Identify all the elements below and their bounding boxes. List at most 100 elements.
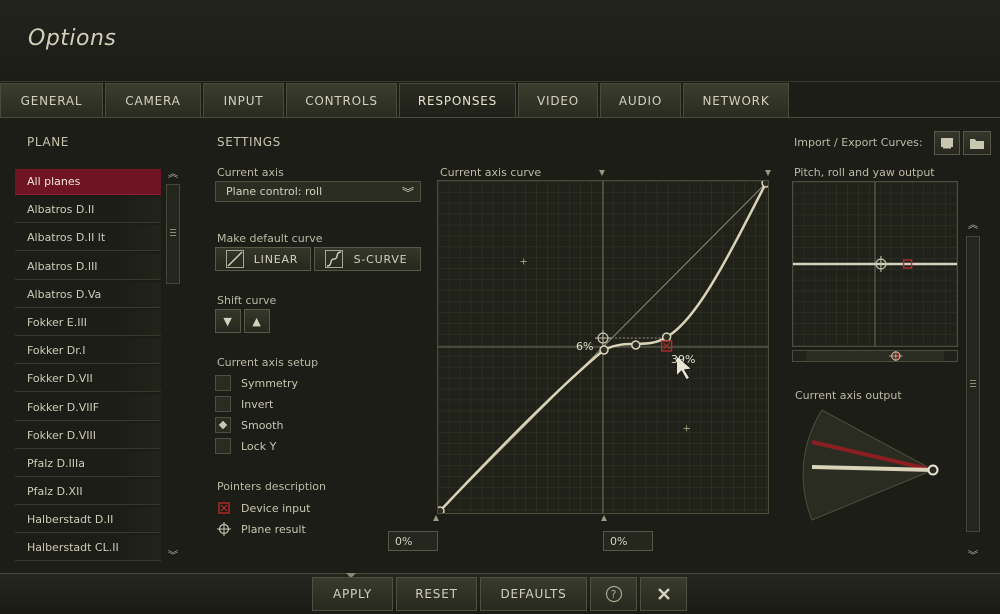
plane-item[interactable]: Albatros D.III <box>15 253 161 280</box>
triangle-down-icon: ▼ <box>223 314 233 328</box>
symmetry-label: Symmetry <box>241 377 299 390</box>
linear-button[interactable]: LINEAR <box>215 247 311 271</box>
curve-point <box>599 345 609 355</box>
axis-setup-label: Current axis setup <box>217 356 319 369</box>
plane-item[interactable]: Albatros D.II <box>15 197 161 224</box>
plane-list: All planes Albatros D.II Albatros D.II l… <box>15 169 161 564</box>
device-input-icon <box>218 502 230 514</box>
window-title: Options <box>28 26 117 51</box>
right-scroll-up-icon[interactable]: ︽ <box>966 219 980 233</box>
apply-button[interactable]: APPLY <box>312 577 393 611</box>
curve-point <box>661 332 672 342</box>
tab-video[interactable]: VIDEO <box>518 83 598 117</box>
s-curve-icon <box>325 250 343 268</box>
pitch-roll-yaw-label: Pitch, roll and yaw output <box>794 166 935 179</box>
plane-scrollbar-thumb[interactable] <box>166 184 180 284</box>
shift-up-button[interactable]: ▲ <box>244 309 270 333</box>
close-icon <box>657 588 670 600</box>
tab-general[interactable]: GENERAL <box>0 83 103 117</box>
triangle-up-icon: ▲ <box>252 314 262 328</box>
check-diamond-icon <box>218 420 228 430</box>
smooth-checkbox[interactable] <box>215 417 231 433</box>
grid-marker-icon: + <box>520 257 528 268</box>
settings-heading: SETTINGS <box>217 135 281 149</box>
plane-item[interactable]: Albatros D.Va <box>15 281 161 308</box>
right-scrollbar-thumb[interactable] <box>966 236 980 532</box>
plane-item[interactable]: Fokker D.VIII <box>15 422 161 449</box>
curve-point <box>438 506 445 513</box>
plane-item[interactable]: Fokker E.III <box>15 309 161 336</box>
scroll-down-icon[interactable]: ︾ <box>166 550 180 564</box>
close-button[interactable] <box>640 577 687 611</box>
import-export-label: Import / Export Curves: <box>794 136 923 149</box>
plane-item[interactable]: Pfalz D.XII <box>15 479 161 506</box>
plane-item[interactable]: Fokker Dr.I <box>15 338 161 365</box>
tab-input[interactable]: INPUT <box>203 83 284 117</box>
current-axis-value: Plane control: roll <box>226 185 323 198</box>
pitch-roll-yaw-graph <box>792 181 958 347</box>
curve-point <box>761 181 768 188</box>
shift-curve-label: Shift curve <box>217 294 277 307</box>
title-bar: Options <box>0 0 1000 82</box>
top-range-marker[interactable] <box>765 170 771 176</box>
invert-label: Invert <box>241 398 274 411</box>
tab-camera[interactable]: CAMERA <box>105 83 201 117</box>
plane-heading: PLANE <box>27 135 69 149</box>
make-default-label: Make default curve <box>217 232 323 245</box>
plane-item-selected[interactable]: All planes <box>15 169 161 195</box>
help-button[interactable]: ? <box>590 577 637 611</box>
pointers-description-label: Pointers description <box>217 480 326 493</box>
plane-item[interactable]: Halberstadt D.II <box>15 507 161 534</box>
tab-network[interactable]: NETWORK <box>683 83 789 117</box>
bottom-range-marker[interactable] <box>601 515 607 521</box>
tab-responses[interactable]: RESPONSES <box>399 83 516 117</box>
lock-y-label: Lock Y <box>241 440 277 453</box>
plane-item[interactable]: Albatros D.II lt <box>15 225 161 252</box>
yaw-output-bar <box>792 350 958 362</box>
plane-item[interactable]: Fokker D.VIIF <box>15 394 161 421</box>
save-icon <box>941 138 953 149</box>
curve-point-label-left: 6% <box>576 340 594 353</box>
folder-icon <box>970 138 984 149</box>
device-input-label: Device input <box>241 502 311 515</box>
plane-result-label: Plane result <box>241 523 306 536</box>
current-axis-dropdown[interactable]: Plane control: roll ︾ <box>215 181 421 202</box>
lock-y-checkbox[interactable] <box>215 438 231 454</box>
curve-label: Current axis curve <box>440 166 542 179</box>
shift-down-button[interactable]: ▼ <box>215 309 241 333</box>
plane-result-icon <box>217 522 231 536</box>
right-scroll-down-icon[interactable]: ︾ <box>966 550 980 564</box>
x-mid-value[interactable]: 0% <box>603 531 653 551</box>
help-icon: ? <box>605 585 622 603</box>
current-axis-label: Current axis <box>217 166 284 179</box>
curve-point <box>631 340 641 350</box>
tab-divider <box>0 117 1000 118</box>
invert-checkbox[interactable] <box>215 396 231 412</box>
plane-item[interactable]: Halberstadt CL.II <box>15 535 161 562</box>
tab-audio[interactable]: AUDIO <box>600 83 681 117</box>
axis-curve-graph[interactable]: + + <box>437 180 769 514</box>
chevron-down-icon: ︾ <box>401 186 414 200</box>
import-curves-button[interactable] <box>934 131 960 155</box>
export-curves-button[interactable] <box>963 131 991 155</box>
svg-text:?: ? <box>610 588 617 601</box>
tab-bar: GENERAL CAMERA INPUT CONTROLS RESPONSES … <box>0 83 791 117</box>
linear-curve-icon <box>226 250 244 268</box>
linear-label: LINEAR <box>253 252 299 266</box>
smooth-label: Smooth <box>241 419 284 432</box>
symmetry-checkbox[interactable] <box>215 375 231 391</box>
scroll-up-icon[interactable]: ︽ <box>166 168 180 182</box>
s-curve-button[interactable]: S-CURVE <box>314 247 421 271</box>
plane-item[interactable]: Fokker D.VII <box>15 366 161 393</box>
top-range-marker[interactable] <box>599 170 605 176</box>
bottom-range-marker[interactable] <box>433 515 439 521</box>
grid-marker-icon: + <box>683 423 691 434</box>
plane-item[interactable]: Pfalz D.IIIa <box>15 450 161 477</box>
s-curve-label: S-CURVE <box>353 252 408 266</box>
axis-output-gauge <box>802 409 939 521</box>
x-min-value[interactable]: 0% <box>388 531 438 551</box>
defaults-button[interactable]: DEFAULTS <box>480 577 587 611</box>
curve-point-label-right: 39% <box>671 353 696 366</box>
reset-button[interactable]: RESET <box>396 577 477 611</box>
tab-controls[interactable]: CONTROLS <box>286 83 397 117</box>
